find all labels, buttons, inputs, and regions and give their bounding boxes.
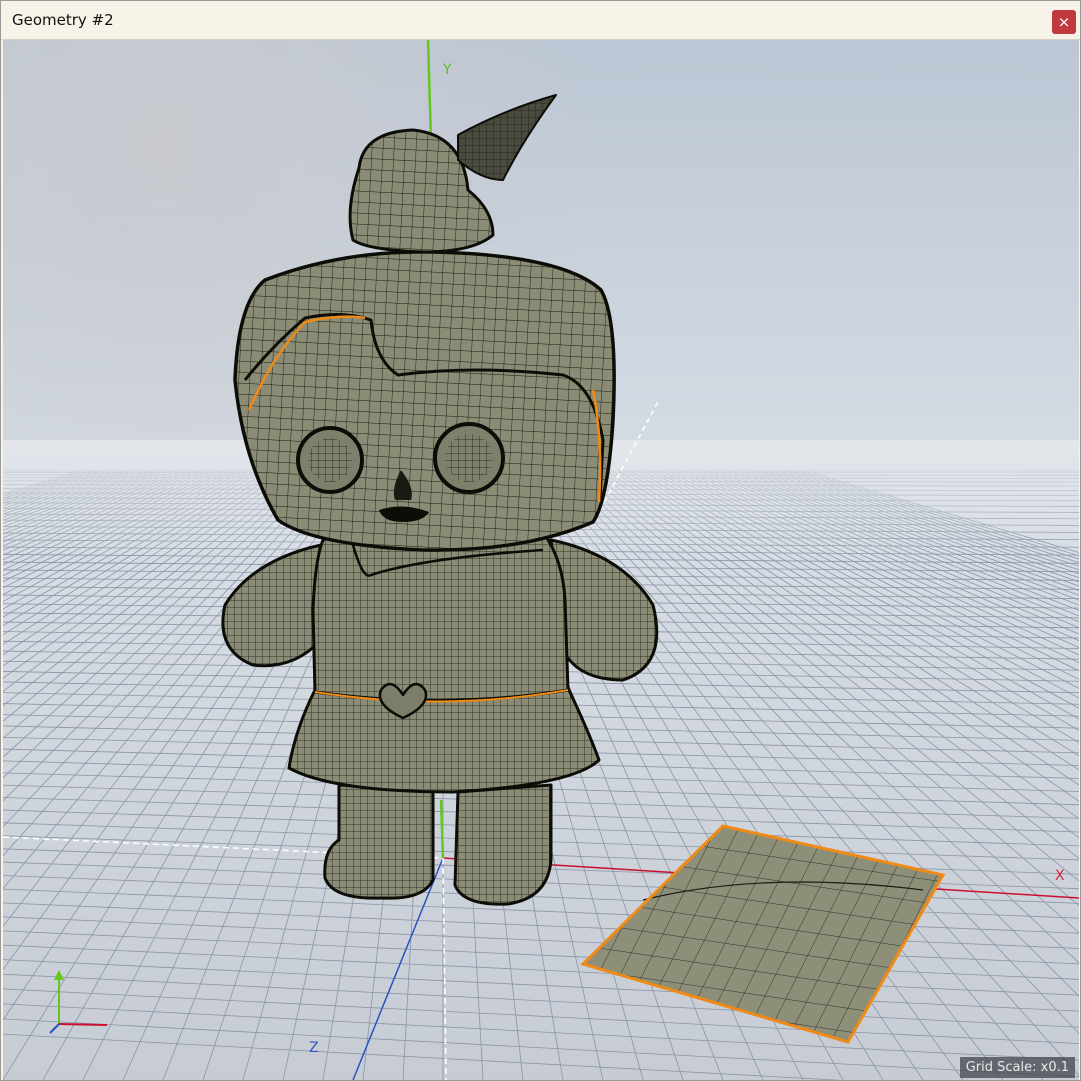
close-button[interactable]: × (1052, 10, 1076, 34)
viewport-canvas[interactable]: Y X Z (3, 40, 1079, 1080)
z-axis-label: Z (309, 1040, 319, 1056)
right-leg (453, 783, 553, 906)
skirt (287, 686, 601, 794)
window-title: Geometry #2 (12, 11, 114, 29)
y-axis-label: Y (442, 62, 452, 78)
left-leg (323, 783, 435, 900)
close-icon: × (1057, 13, 1071, 31)
head (233, 250, 616, 552)
grid-scale-indicator: Grid Scale: x0.1 (959, 1057, 1075, 1078)
x-axis-label: X (1055, 868, 1065, 884)
3d-viewport[interactable]: Y X Z Grid Scale: x0.1 (3, 40, 1079, 1080)
geometry-window: Geometry #2 × Y X Z Grid Scale: x0.1 (0, 0, 1081, 1081)
torso (311, 530, 570, 703)
title-bar[interactable]: Geometry #2 × (1, 1, 1080, 40)
